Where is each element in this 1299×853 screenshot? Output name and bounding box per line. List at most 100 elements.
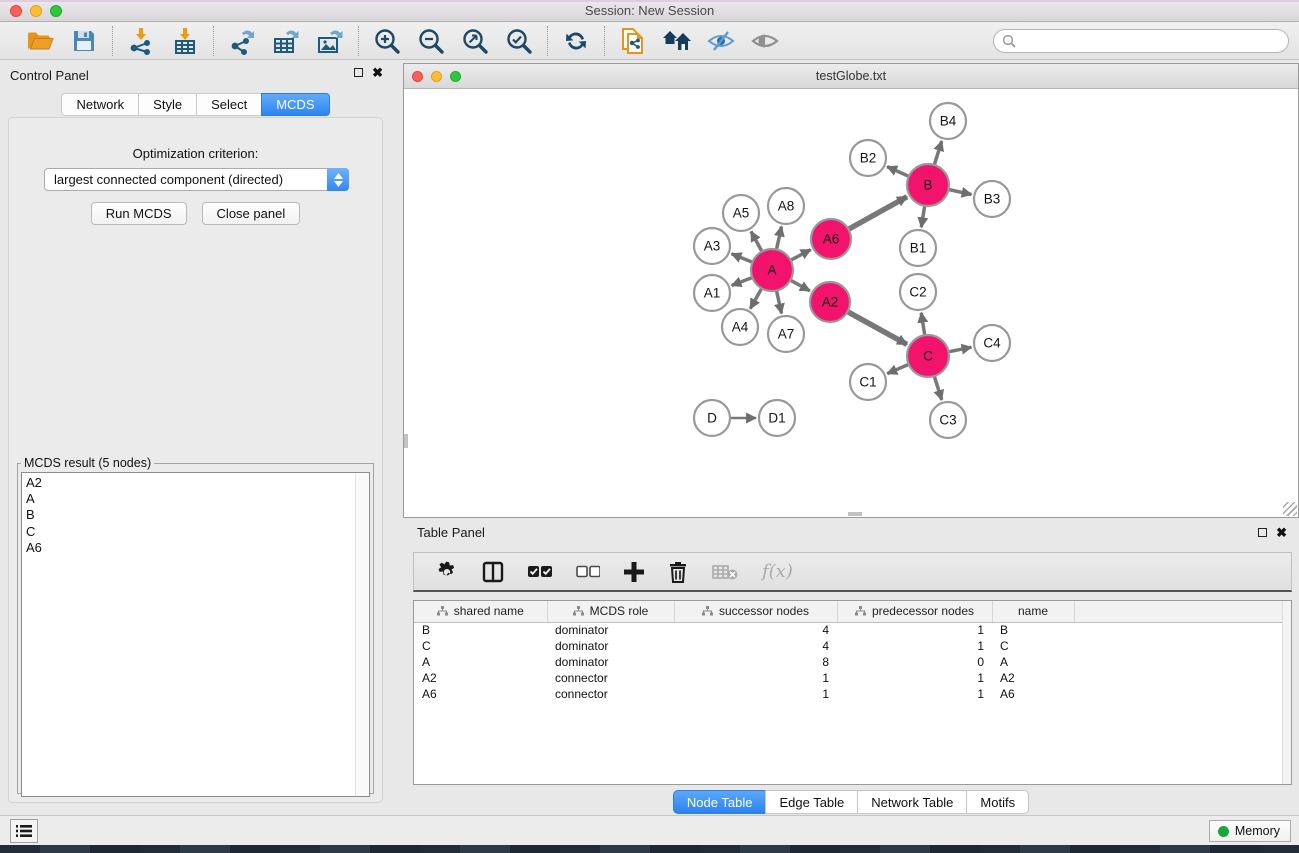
delete-column-trash-icon[interactable]	[668, 559, 688, 585]
node-D1[interactable]: D1	[759, 400, 795, 436]
result-item-b[interactable]: B	[26, 507, 369, 523]
network-hscroll-thumb[interactable]	[848, 512, 862, 516]
table-cell[interactable]: 8	[674, 654, 837, 670]
search-field[interactable]	[993, 29, 1289, 53]
search-input[interactable]	[1021, 34, 1271, 49]
table-cell[interactable]: 1	[837, 638, 992, 654]
duplicate-network-icon[interactable]	[615, 26, 651, 56]
result-scrollbar[interactable]	[355, 474, 368, 797]
table-cell[interactable]: A2	[992, 670, 1074, 686]
node-B3[interactable]: B3	[974, 181, 1010, 217]
table-cell[interactable]: 1	[674, 670, 837, 686]
tab-mcds[interactable]: MCDS	[261, 93, 329, 116]
create-column-plus-icon[interactable]	[624, 559, 644, 585]
tab-style[interactable]: Style	[138, 93, 196, 116]
node-A7[interactable]: A7	[768, 316, 804, 352]
node-A4[interactable]: A4	[722, 309, 758, 345]
export-image-icon[interactable]	[312, 26, 348, 56]
edge-A-A3[interactable]	[731, 254, 754, 263]
edge-A6-B[interactable]	[847, 197, 907, 231]
node-C1[interactable]: C1	[850, 364, 886, 400]
table-cell[interactable]: dominator	[547, 638, 674, 654]
close-panel-icon[interactable]: ✖	[372, 67, 383, 78]
unselect-all-columns-icon[interactable]	[576, 559, 600, 585]
node-A2[interactable]: A2	[810, 282, 850, 322]
export-table-icon[interactable]	[268, 26, 304, 56]
column-view-icon[interactable]	[482, 559, 504, 585]
export-network-icon[interactable]	[224, 26, 260, 56]
node-B2[interactable]: B2	[850, 140, 886, 176]
result-item-a2[interactable]: A2	[26, 475, 369, 491]
tab-edge-table[interactable]: Edge Table	[765, 790, 857, 814]
edge-B-B1[interactable]	[921, 204, 925, 227]
edge-B-B2[interactable]	[887, 167, 911, 178]
table-cell[interactable]: 1	[837, 670, 992, 686]
column-header-MCDS-role[interactable]: MCDS role	[547, 601, 674, 622]
refresh-icon[interactable]	[558, 26, 594, 56]
select-all-columns-icon[interactable]	[528, 559, 552, 585]
edge-A-A8[interactable]	[776, 227, 781, 252]
edge-A-A4[interactable]	[750, 287, 762, 309]
tab-node-table[interactable]: Node Table	[673, 790, 766, 814]
run-mcds-button[interactable]: Run MCDS	[91, 202, 187, 225]
eye-icon[interactable]	[747, 26, 783, 56]
zoom-out-icon[interactable]	[413, 26, 449, 56]
column-header-successor-nodes[interactable]: successor nodes	[674, 601, 837, 622]
node-B1[interactable]: B1	[900, 230, 936, 266]
table-cell[interactable]: dominator	[547, 654, 674, 670]
node-A1[interactable]: A1	[694, 275, 730, 311]
node-C2[interactable]: C2	[900, 274, 936, 310]
zoom-in-icon[interactable]	[369, 26, 405, 56]
eye-slash-icon[interactable]	[703, 26, 739, 56]
edge-A-A5[interactable]	[751, 231, 763, 253]
table-cell[interactable]: C	[992, 638, 1074, 654]
table-cell[interactable]: B	[414, 622, 547, 638]
table-cell[interactable]: 1	[837, 622, 992, 638]
table-cell[interactable]: A6	[414, 686, 547, 702]
table-cell[interactable]: 4	[674, 622, 837, 638]
table-cell[interactable]: 0	[837, 654, 992, 670]
node-C4[interactable]: C4	[974, 325, 1010, 361]
table-cell[interactable]: 1	[674, 686, 837, 702]
node-A[interactable]: A	[751, 249, 793, 291]
criterion-select[interactable]: largest connected component (directed)	[44, 168, 349, 191]
home-icon[interactable]	[659, 26, 695, 56]
network-vscroll-thumb[interactable]	[404, 434, 408, 448]
tab-network[interactable]: Network	[61, 93, 138, 116]
edge-C-C4[interactable]	[947, 347, 972, 352]
open-folder-icon[interactable]	[22, 26, 58, 56]
mcds-result-list[interactable]: A2ABCA6	[21, 472, 370, 797]
result-item-a[interactable]: A	[26, 491, 369, 507]
table-cell[interactable]: connector	[547, 686, 674, 702]
node-D[interactable]: D	[694, 400, 730, 436]
node-B4[interactable]: B4	[930, 103, 966, 139]
node-B[interactable]: B	[907, 164, 949, 206]
result-item-c[interactable]: C	[26, 524, 369, 540]
table-cell[interactable]: dominator	[547, 622, 674, 638]
zoom-selected-icon[interactable]	[501, 26, 537, 56]
edge-A-A2[interactable]	[789, 279, 810, 291]
table-cell[interactable]: B	[992, 622, 1074, 638]
table-cell[interactable]: A6	[992, 686, 1074, 702]
close-table-panel-icon[interactable]: ✖	[1276, 527, 1287, 538]
table-cell[interactable]: A	[414, 654, 547, 670]
edge-A-A6[interactable]	[789, 250, 811, 261]
node-A3[interactable]: A3	[694, 228, 730, 264]
edge-A-A1[interactable]	[732, 277, 755, 286]
node-C3[interactable]: C3	[930, 402, 966, 438]
import-table-icon[interactable]	[167, 26, 203, 56]
import-network-icon[interactable]	[123, 26, 159, 56]
column-header-name[interactable]: name	[992, 601, 1074, 622]
memory-button[interactable]: Memory	[1209, 820, 1291, 842]
resize-grip[interactable]	[1283, 502, 1297, 516]
zoom-fit-icon[interactable]	[457, 26, 493, 56]
node-C[interactable]: C	[907, 335, 949, 377]
edge-A-A7[interactable]	[776, 289, 781, 314]
column-header-predecessor-nodes[interactable]: predecessor nodes	[837, 601, 992, 622]
network-canvas[interactable]: B4B2BB3A5A8A6A3B1AA1C2A2A4A7C4CC1C3DD1	[404, 89, 1298, 517]
table-scrollbar[interactable]	[1282, 601, 1291, 784]
close-panel-button[interactable]: Close panel	[202, 202, 301, 225]
edge-C-C1[interactable]	[887, 364, 910, 374]
tab-motifs[interactable]: Motifs	[966, 790, 1029, 814]
float-table-panel-icon[interactable]	[1258, 528, 1267, 537]
